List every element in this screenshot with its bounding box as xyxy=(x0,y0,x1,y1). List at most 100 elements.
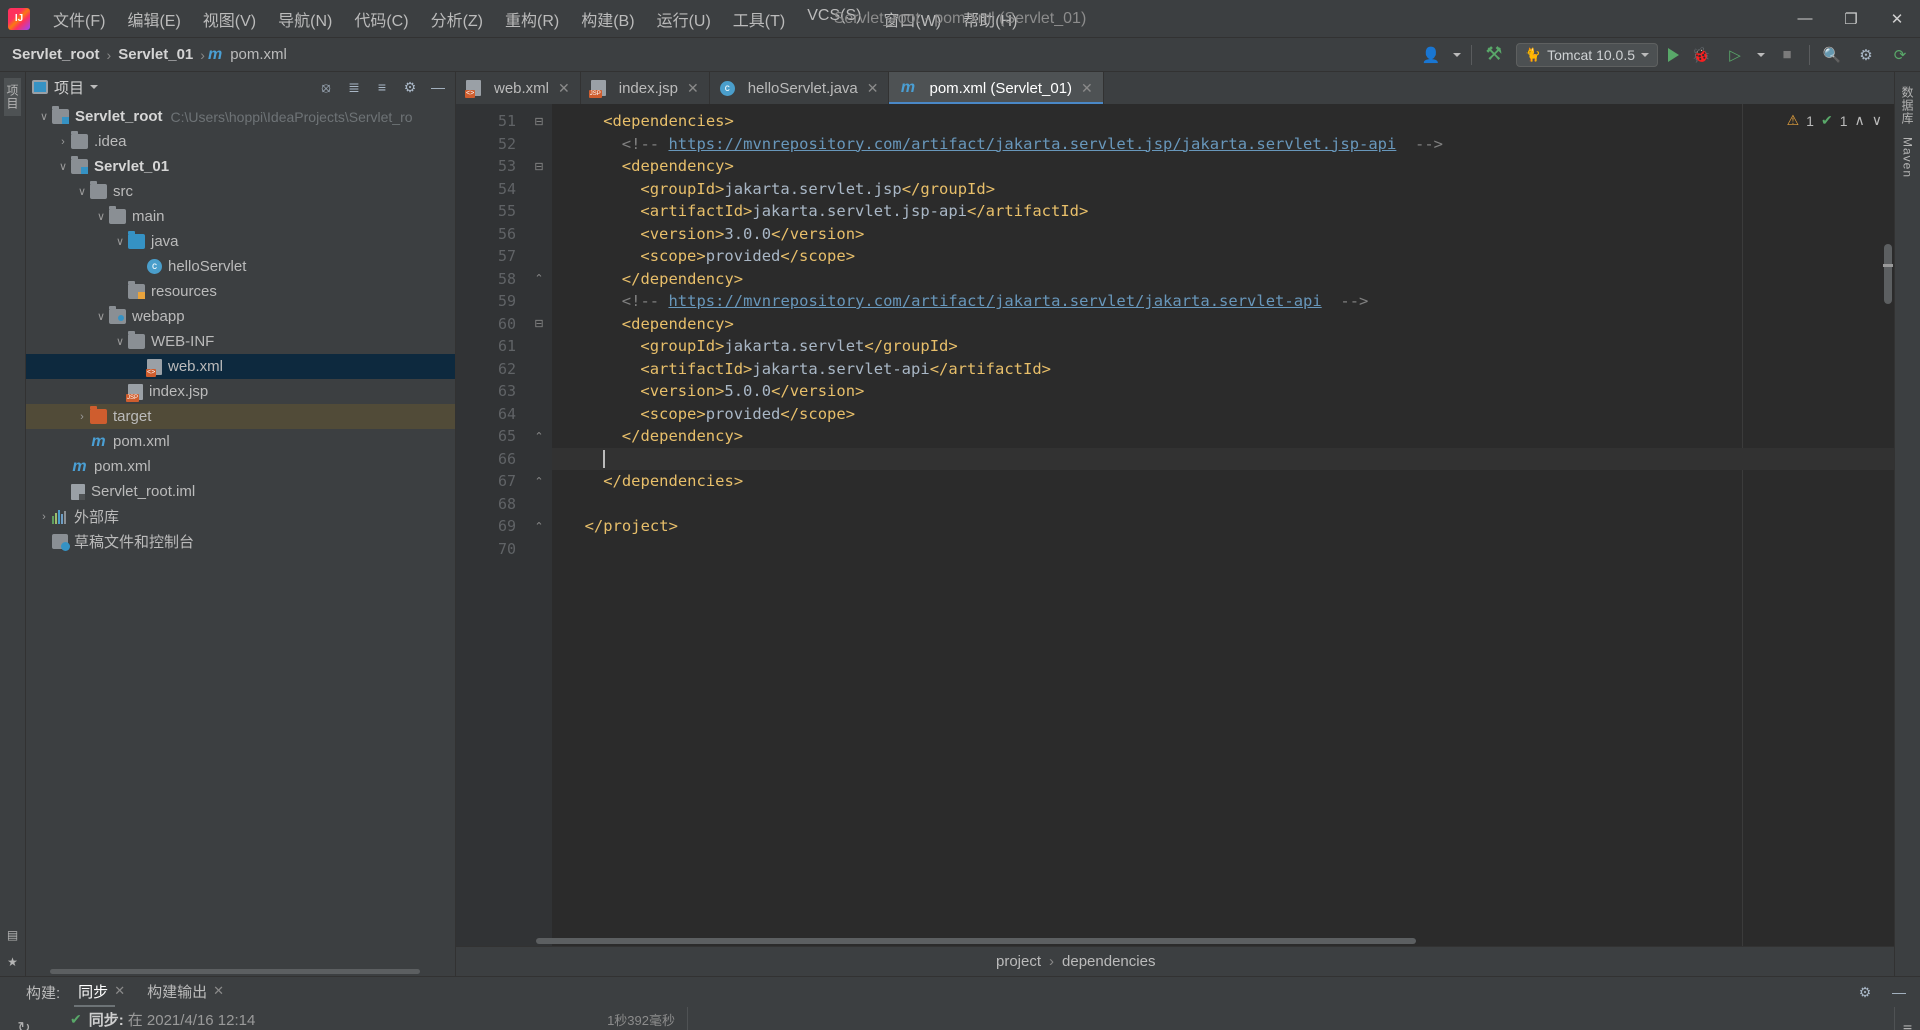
stop-icon[interactable]: ■ xyxy=(1775,43,1799,67)
editor-vertical-scrollbar[interactable] xyxy=(1884,244,1892,304)
menu-window[interactable]: 窗口(W) xyxy=(872,3,952,35)
code-link[interactable]: https://mvnrepository.com/artifact/jakar… xyxy=(668,135,1396,153)
disclosure-triangle-icon[interactable]: ∨ xyxy=(112,335,128,348)
disclosure-triangle-icon[interactable]: › xyxy=(36,511,52,523)
debug-icon[interactable]: 🐞 xyxy=(1689,43,1713,67)
run-button[interactable] xyxy=(1668,47,1679,62)
disclosure-triangle-icon[interactable]: ∨ xyxy=(74,185,90,198)
tree-node[interactable]: › 外部库 xyxy=(26,504,455,529)
tree-node[interactable]: 草稿文件和控制台 xyxy=(26,529,455,554)
editor-tab[interactable]: m pom.xml (Servlet_01) ✕ xyxy=(889,72,1104,104)
close-icon[interactable]: ✕ xyxy=(114,983,125,999)
build-tab[interactable]: 构建输出 ✕ xyxy=(143,978,228,1007)
refresh-icon[interactable]: ↻ xyxy=(13,1017,35,1030)
code-line[interactable]: <groupId>jakarta.servlet</groupId> xyxy=(552,335,1894,358)
menu-view[interactable]: 视图(V) xyxy=(192,3,267,35)
expand-all-icon[interactable]: ≣ xyxy=(343,76,365,98)
code-line[interactable]: <!-- https://mvnrepository.com/artifact/… xyxy=(552,133,1894,156)
code-line[interactable]: <dependency> xyxy=(552,313,1894,336)
tree-node[interactable]: ∨ WEB-INF xyxy=(26,329,455,354)
wrap-text-icon[interactable]: ≡ xyxy=(1897,1019,1919,1030)
code-line[interactable]: <dependencies> xyxy=(552,110,1894,133)
minimize-button[interactable]: — xyxy=(1782,0,1828,38)
collapse-all-icon[interactable]: ≡ xyxy=(371,76,393,98)
fold-marker-icon[interactable]: ⊟ xyxy=(526,313,552,336)
tree-node[interactable]: ∨ Servlet_root C:\Users\hoppi\IdeaProjects… xyxy=(26,104,455,129)
run-with-coverage-icon[interactable]: ▷ xyxy=(1723,43,1747,67)
hide-icon[interactable]: — xyxy=(427,76,449,98)
settings-icon[interactable]: ⚙ xyxy=(1854,43,1878,67)
code-line[interactable]: <version>3.0.0</version> xyxy=(552,223,1894,246)
tree-node[interactable]: m pom.xml xyxy=(26,454,455,479)
menu-build[interactable]: 构建(B) xyxy=(570,3,645,35)
code-line[interactable]: <scope>provided</scope> xyxy=(552,245,1894,268)
fold-marker-icon[interactable]: ⌃ xyxy=(526,470,552,493)
breadcrumb-item-1[interactable]: Servlet_01 xyxy=(114,46,197,63)
project-horizontal-scrollbar[interactable] xyxy=(26,967,455,976)
menu-help[interactable]: 帮助(H) xyxy=(952,3,1028,35)
code-line[interactable]: </project> xyxy=(552,515,1894,538)
tree-node[interactable]: ∨ java xyxy=(26,229,455,254)
error-stripe-marker[interactable] xyxy=(1883,264,1893,267)
chevron-down-icon[interactable] xyxy=(1757,52,1765,57)
close-icon[interactable]: ✕ xyxy=(687,80,699,97)
fold-marker-icon[interactable]: ⌃ xyxy=(526,515,552,538)
build-event-row[interactable]: ✔ 同步: 在 2021/4/16 12:14 1秒392毫秒 xyxy=(48,1007,687,1030)
menu-edit[interactable]: 编辑(E) xyxy=(116,3,191,35)
breadcrumb-item-0[interactable]: Servlet_root xyxy=(8,46,104,63)
build-event-list[interactable]: ✔ 同步: 在 2021/4/16 12:14 1秒392毫秒 xyxy=(48,1007,688,1030)
tree-node[interactable]: › target xyxy=(26,404,455,429)
tree-node[interactable]: ∨ main xyxy=(26,204,455,229)
tree-node[interactable]: web.xml xyxy=(26,354,455,379)
gear-icon[interactable]: ⚙ xyxy=(399,76,421,98)
code-folding-gutter[interactable]: ⊟ ⊟ ⌃ ⊟ ⌃ ⌃ ⌃ xyxy=(526,104,552,946)
rail-favorites[interactable]: ★ xyxy=(6,949,20,976)
code-line[interactable]: <!-- https://mvnrepository.com/artifact/… xyxy=(552,290,1894,313)
code-line[interactable]: <groupId>jakarta.servlet.jsp</groupId> xyxy=(552,178,1894,201)
hide-icon[interactable]: — xyxy=(1888,981,1910,1003)
close-icon[interactable]: ✕ xyxy=(1081,80,1093,97)
fold-marker-icon[interactable]: ⌃ xyxy=(526,425,552,448)
run-configuration-selector[interactable]: 🐈 Tomcat 10.0.5 xyxy=(1515,42,1658,67)
editor-tab[interactable]: index.jsp ✕ xyxy=(581,72,710,104)
editor-breadcrumb-item[interactable]: project xyxy=(996,953,1041,970)
maximize-button[interactable]: ❐ xyxy=(1828,0,1874,38)
code-line[interactable]: <artifactId>jakarta.servlet-api</artifac… xyxy=(552,358,1894,381)
disclosure-triangle-icon[interactable]: ∨ xyxy=(112,235,128,248)
code-line[interactable] xyxy=(552,447,1894,470)
disclosure-triangle-icon[interactable]: › xyxy=(74,411,90,423)
tree-node[interactable]: ∨ src xyxy=(26,179,455,204)
project-tree[interactable]: ∨ Servlet_root C:\Users\hoppi\IdeaProjects… xyxy=(26,102,455,967)
tree-node[interactable]: c helloServlet xyxy=(26,254,455,279)
scroll-from-source-icon[interactable]: ⦻ xyxy=(315,76,337,98)
search-icon[interactable]: 🔍 xyxy=(1820,43,1844,67)
code-line[interactable] xyxy=(552,493,1894,516)
tree-node[interactable]: index.jsp xyxy=(26,379,455,404)
close-icon[interactable]: ✕ xyxy=(558,80,570,97)
inspection-widget[interactable]: ⚠ 1 ✔ 1 ∧ ∨ xyxy=(1787,112,1882,129)
code-line[interactable]: </dependency> xyxy=(552,425,1894,448)
disclosure-triangle-icon[interactable]: ∨ xyxy=(55,160,71,173)
menu-tools[interactable]: 工具(T) xyxy=(722,3,796,35)
tree-node[interactable]: m pom.xml xyxy=(26,429,455,454)
close-icon[interactable]: ✕ xyxy=(867,80,879,97)
editor-tab[interactable]: c helloServlet.java ✕ xyxy=(710,72,890,104)
build-tab[interactable]: 同步 ✕ xyxy=(74,978,129,1007)
rail-maven[interactable]: Maven xyxy=(1901,131,1915,184)
gear-icon[interactable]: ⚙ xyxy=(1854,981,1876,1003)
code-link[interactable]: https://mvnrepository.com/artifact/jakar… xyxy=(668,292,1321,310)
next-issue-icon[interactable]: ∨ xyxy=(1872,112,1882,129)
update-icon[interactable]: ⟳ xyxy=(1888,43,1912,67)
fold-marker-icon[interactable]: ⊟ xyxy=(526,155,552,178)
code-line[interactable]: <version>5.0.0</version> xyxy=(552,380,1894,403)
menu-vcs[interactable]: VCS(S) xyxy=(796,3,872,35)
tree-node[interactable]: › .idea xyxy=(26,129,455,154)
menu-refactor[interactable]: 重构(R) xyxy=(494,3,570,35)
rail-structure[interactable]: ▤ xyxy=(6,922,20,949)
tree-node[interactable]: resources xyxy=(26,279,455,304)
fold-marker-icon[interactable]: ⊟ xyxy=(526,110,552,133)
chevron-down-icon[interactable] xyxy=(90,85,99,89)
disclosure-triangle-icon[interactable]: ∨ xyxy=(93,210,109,223)
rail-project[interactable]: 项目 xyxy=(4,78,21,116)
close-icon[interactable]: ✕ xyxy=(213,983,224,999)
